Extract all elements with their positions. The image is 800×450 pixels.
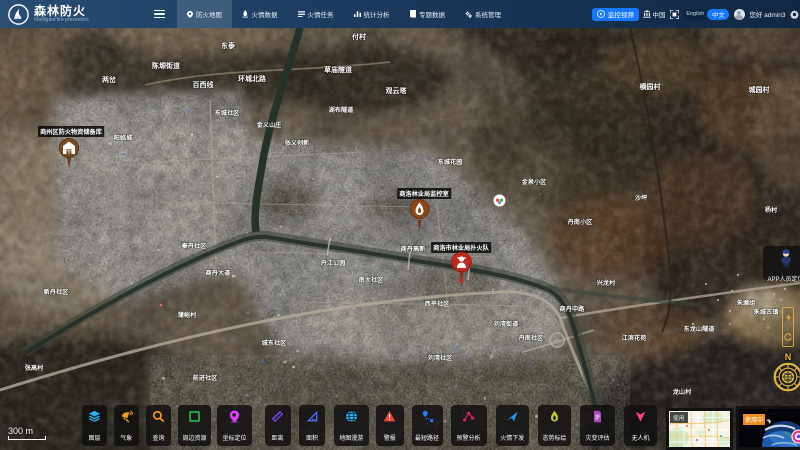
svg-text:丹江公园: 丹江公园 — [320, 259, 346, 267]
svg-text:沙坪: 沙坪 — [635, 194, 648, 202]
svg-text:新丹社区: 新丹社区 — [44, 288, 70, 296]
svg-text:龙山村: 龙山村 — [672, 388, 692, 396]
svg-text:西平社区: 西平社区 — [425, 300, 451, 308]
svg-text:朱塬组: 朱塬组 — [737, 299, 756, 307]
svg-text:两岔: 两岔 — [102, 75, 117, 84]
svg-text:前进社区: 前进社区 — [193, 374, 219, 382]
svg-text:东龙山隧道: 东龙山隧道 — [684, 325, 716, 333]
svg-text:张义创新: 张义创新 — [285, 139, 311, 147]
svg-text:草庙隧道: 草庙隧道 — [324, 65, 352, 74]
svg-text:城东社区: 城东社区 — [262, 339, 288, 347]
svg-text:张高村: 张高村 — [25, 364, 44, 372]
svg-text:杨村: 杨村 — [765, 206, 778, 214]
svg-text:付村: 付村 — [352, 32, 366, 41]
svg-text:刘湾街道: 刘湾街道 — [494, 320, 520, 328]
svg-text:东城花园: 东城花园 — [438, 158, 463, 166]
svg-text:蒲峪村: 蒲峪村 — [178, 311, 197, 319]
svg-text:观云塔: 观云塔 — [386, 86, 408, 95]
svg-text:丹南社区: 丹南社区 — [518, 334, 545, 342]
svg-text:兴龙村: 兴龙村 — [597, 279, 616, 287]
svg-text:东城社区: 东城社区 — [215, 109, 241, 117]
svg-text:刘湾社区: 刘湾社区 — [428, 354, 454, 362]
svg-text:陈塬街道: 陈塬街道 — [152, 61, 180, 70]
svg-text:江滨花苑: 江滨花苑 — [622, 334, 648, 342]
svg-text:百西线: 百西线 — [193, 80, 214, 89]
svg-text:环城北路: 环城北路 — [238, 74, 267, 83]
svg-text:阳临城: 阳临城 — [114, 134, 133, 142]
svg-text:东泰: 东泰 — [221, 41, 236, 50]
svg-text:商丹高新: 商丹高新 — [401, 245, 427, 253]
svg-text:南大社区: 南大社区 — [359, 276, 385, 284]
svg-text:秦丹社区: 秦丹社区 — [181, 242, 208, 250]
svg-text:横园村: 横园村 — [640, 82, 661, 91]
svg-text:金泉小区: 金泉小区 — [521, 178, 548, 186]
svg-text:丹南小区: 丹南小区 — [567, 218, 594, 226]
svg-text:城园村: 城园村 — [749, 85, 770, 94]
svg-text:商丹中路: 商丹中路 — [560, 305, 586, 313]
svg-text:朱城古镇: 朱城古镇 — [754, 308, 780, 316]
svg-text:湖布隧道: 湖布隧道 — [329, 106, 355, 114]
svg-text:金义山庄: 金义山庄 — [256, 121, 283, 129]
svg-text:商丹大道: 商丹大道 — [206, 269, 232, 277]
